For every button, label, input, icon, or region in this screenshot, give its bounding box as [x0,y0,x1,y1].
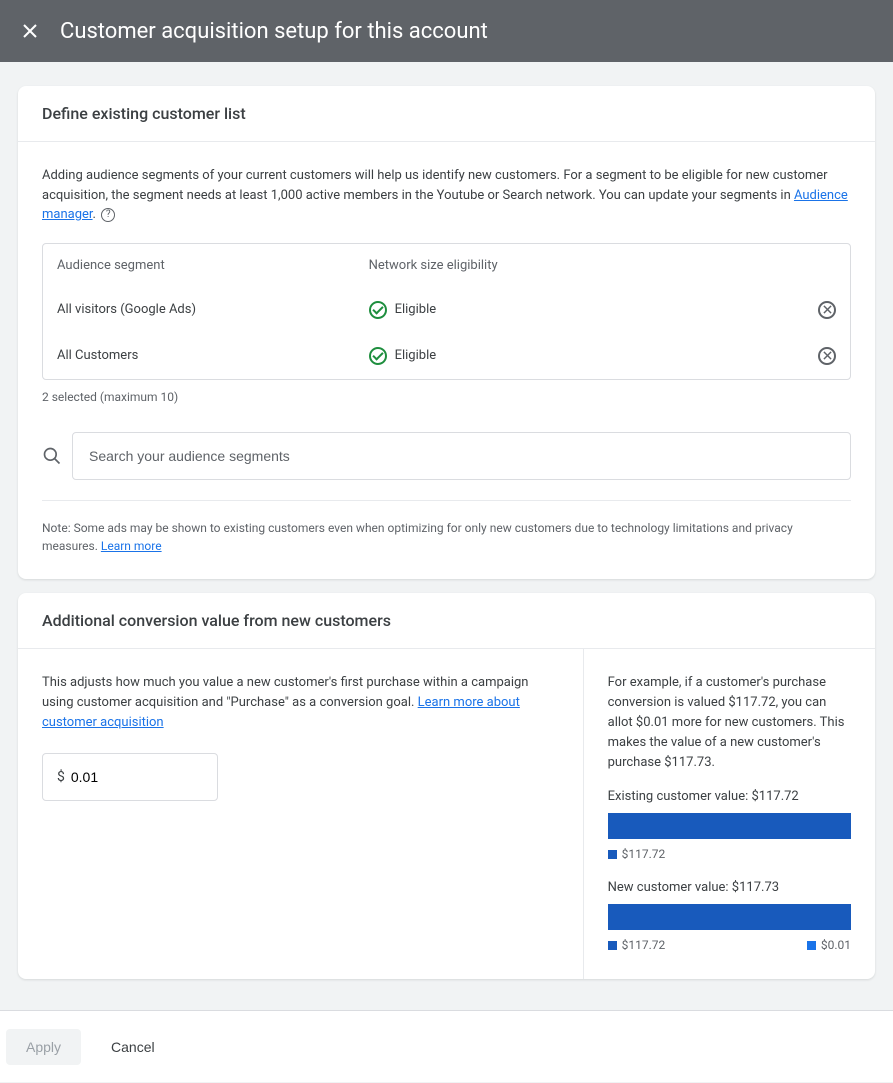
left-pane: This adjusts how much you value a new cu… [18,649,584,979]
remove-segment-button[interactable] [818,347,836,365]
description-text: This adjusts how much you value a new cu… [42,673,559,733]
table-row: All visitors (Google Ads) Eligible [43,287,850,333]
existing-customer-label: Existing customer value: $117.72 [608,787,851,807]
apply-button[interactable]: Apply [6,1029,81,1065]
legend-swatch [807,941,816,950]
existing-value-bar [608,813,851,839]
eligibility-status: Eligible [395,348,437,363]
right-pane: For example, if a customer's purchase co… [584,649,875,979]
value-input-container: $ [42,753,218,801]
learn-more-link[interactable]: Learn more [101,539,162,553]
legend-swatch [608,941,617,950]
segment-name: All Customers [57,348,369,363]
footer-bar: Apply Cancel [0,1010,893,1082]
check-circle-icon [369,301,387,319]
segments-table: Audience segment Network size eligibilit… [42,243,851,380]
remove-segment-button[interactable] [818,301,836,319]
new-customer-label: New customer value: $117.73 [608,878,851,898]
search-input-container [72,432,851,480]
divider [42,500,851,501]
segments-table-header: Audience segment Network size eligibilit… [43,244,850,287]
new-legend: $117.72 $0.01 [608,936,851,955]
eligibility-status: Eligible [395,302,437,317]
intro-post: . [93,207,96,222]
card-title: Additional conversion value from new cus… [18,593,875,649]
intro-pre: Adding audience segments of your current… [42,168,828,203]
example-text: For example, if a customer's purchase co… [608,673,851,774]
currency-symbol: $ [57,769,65,785]
legend-value-b: $0.01 [821,936,851,955]
col-header-eligibility: Network size eligibility [369,258,836,273]
col-header-segment: Audience segment [57,258,369,273]
legend-swatch [608,850,617,859]
help-icon[interactable]: ? [101,208,115,222]
segment-name: All visitors (Google Ads) [57,302,369,317]
card-additional-value: Additional conversion value from new cus… [18,593,875,979]
check-circle-icon [369,347,387,365]
card-define-customer-list: Define existing customer list Adding aud… [18,86,875,579]
intro-text: Adding audience segments of your current… [42,166,851,225]
new-value-bar [608,904,851,930]
page-header: Customer acquisition setup for this acco… [0,0,893,62]
cancel-button[interactable]: Cancel [91,1029,175,1065]
card-title: Define existing customer list [18,86,875,142]
table-row: All Customers Eligible [43,333,850,379]
search-input[interactable] [87,447,836,465]
existing-legend: $117.72 [608,845,851,864]
legend-value-a: $117.72 [622,936,666,955]
value-input[interactable] [69,768,254,786]
close-icon[interactable] [18,19,42,43]
selected-count: 2 selected (maximum 10) [42,390,851,404]
search-icon [42,446,62,466]
legend-value: $117.72 [622,845,666,864]
note-text: Note: Some ads may be shown to existing … [42,519,851,555]
page-title: Customer acquisition setup for this acco… [60,19,488,44]
